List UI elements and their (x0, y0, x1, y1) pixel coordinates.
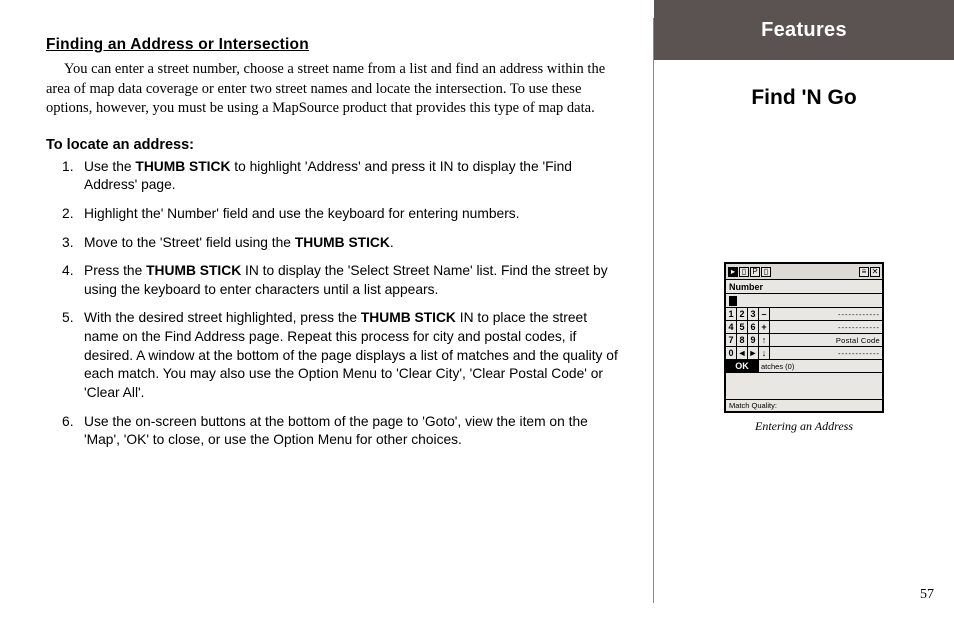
keypad-key: 9 (748, 334, 759, 346)
keypad-row: 0 ◄ ► ↓ (726, 347, 882, 360)
close-icon: ✕ (870, 267, 880, 277)
procedure-heading: To locate an address: (46, 137, 625, 153)
content-column: Finding an Address or Intersection You c… (0, 0, 653, 621)
battery-icon: ▯ (761, 267, 771, 277)
keypad-key: ↓ (759, 347, 770, 359)
page-number: 57 (920, 587, 934, 603)
step-item: Move to the 'Street' field using the THU… (46, 234, 625, 253)
signal-icon: ▯ (739, 267, 749, 277)
postal-code-field: Postal Code (770, 334, 882, 346)
section-heading: Finding an Address or Intersection (46, 36, 625, 54)
features-banner: Features (654, 0, 954, 60)
match-quality-label: Match Quality: (726, 399, 882, 411)
keypad-key: + (759, 321, 770, 333)
flag-icon: P (750, 267, 760, 277)
keypad-key: ◄ (737, 347, 748, 359)
keypad-key: – (759, 308, 770, 320)
results-area (726, 373, 882, 399)
keypad-key: 3 (748, 308, 759, 320)
intro-text: You can enter a street number, choose a … (46, 61, 605, 116)
side-field (770, 321, 882, 333)
figure-caption: Entering an Address (755, 419, 853, 434)
step-item: Use the on-screen buttons at the bottom … (46, 413, 625, 450)
step-item: Highlight the' Number' field and use the… (46, 205, 625, 224)
sidebar-column: Features Find 'N Go ▸ ▯ P ▯ ≡ ✕ Number (654, 0, 954, 621)
keypad-key: 5 (737, 321, 748, 333)
number-field (726, 294, 882, 308)
keypad-row: 1 2 3 – (726, 308, 882, 321)
keypad-key: 6 (748, 321, 759, 333)
side-field (770, 347, 882, 359)
keypad-row: 4 5 6 + (726, 321, 882, 334)
step-item: With the desired street highlighted, pre… (46, 309, 625, 402)
step-item: Use the THUMB STICK to highlight 'Addres… (46, 158, 625, 195)
ok-row: OK atches (0) (726, 360, 882, 373)
keypad-key: 2 (737, 308, 748, 320)
ok-button: OK (726, 360, 759, 372)
satellite-icon: ▸ (728, 267, 738, 277)
text-cursor (729, 296, 737, 306)
device-figure: ▸ ▯ P ▯ ≡ ✕ Number 1 2 3 – (724, 262, 884, 434)
device-topbar: ▸ ▯ P ▯ ≡ ✕ (726, 264, 882, 280)
menu-icon: ≡ (859, 267, 869, 277)
topic-title: Find 'N Go (751, 86, 856, 110)
keypad-key: 4 (726, 321, 737, 333)
keypad-key: ► (748, 347, 759, 359)
step-item: Press the THUMB STICK IN to display the … (46, 262, 625, 299)
intro-paragraph: You can enter a street number, choose a … (46, 60, 625, 119)
device-screen: ▸ ▯ P ▯ ≡ ✕ Number 1 2 3 – (724, 262, 884, 413)
keypad-key: 8 (737, 334, 748, 346)
keypad-key: 0 (726, 347, 737, 359)
keypad-key: ↑ (759, 334, 770, 346)
steps-list: Use the THUMB STICK to highlight 'Addres… (46, 158, 625, 450)
matches-text: atches (0) (759, 360, 882, 372)
side-field (770, 308, 882, 320)
number-label: Number (726, 280, 882, 294)
keypad-key: 1 (726, 308, 737, 320)
keypad-row: 7 8 9 ↑ Postal Code (726, 334, 882, 347)
keypad-key: 7 (726, 334, 737, 346)
manual-page: Finding an Address or Intersection You c… (0, 0, 954, 621)
